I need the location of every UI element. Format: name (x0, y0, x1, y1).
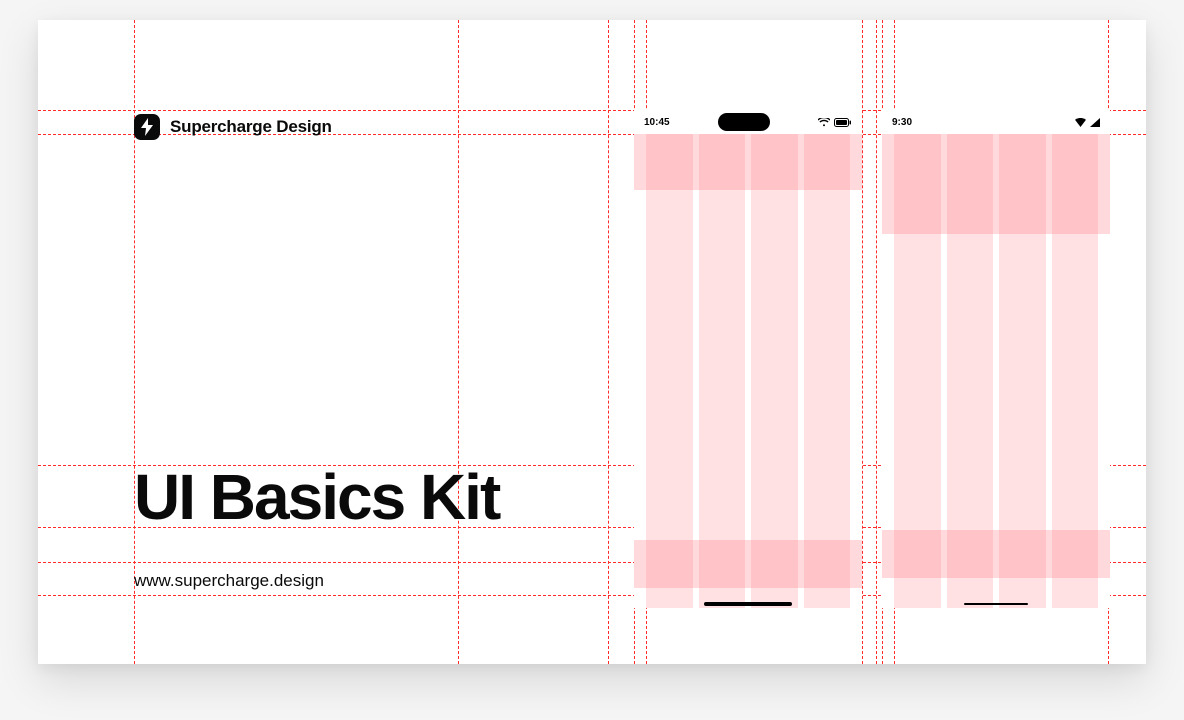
hero-title: UI Basics Kit (134, 460, 499, 534)
status-bar-android: 9:30 (882, 110, 1110, 134)
layout-guide-v (862, 20, 863, 664)
battery-icon (834, 118, 852, 127)
grid-column (751, 134, 798, 608)
grid-column (947, 134, 994, 608)
grid-column (999, 134, 1046, 608)
status-time: 9:30 (892, 117, 912, 128)
brand-name: Supercharge Design (170, 117, 332, 137)
layout-guide-v (608, 20, 609, 664)
wifi-icon (818, 118, 830, 127)
grid-column (699, 134, 746, 608)
grid-column (646, 134, 693, 608)
brand-lockup: Supercharge Design (134, 114, 332, 140)
status-time: 10:45 (644, 117, 670, 128)
grid-column (1052, 134, 1099, 608)
brand-logo-icon (134, 114, 160, 140)
layout-guide-v (458, 20, 459, 664)
layout-guide-v (876, 20, 877, 664)
home-indicator-icon (704, 602, 792, 606)
brand-url: www.supercharge.design (134, 571, 324, 591)
column-grid (894, 134, 1098, 608)
column-grid (646, 134, 850, 608)
grid-column (894, 134, 941, 608)
signal-icon (1090, 118, 1100, 127)
design-canvas: Supercharge Design UI Basics Kit www.sup… (38, 20, 1146, 664)
phone-mock-ios: 10:45 (634, 110, 862, 608)
phone-mock-android: 9:30 (882, 110, 1110, 608)
status-bar-ios: 10:45 (634, 110, 862, 134)
dynamic-island-icon (718, 113, 770, 131)
wifi-icon (1075, 118, 1086, 127)
grid-column (804, 134, 851, 608)
home-indicator-icon (964, 603, 1028, 606)
